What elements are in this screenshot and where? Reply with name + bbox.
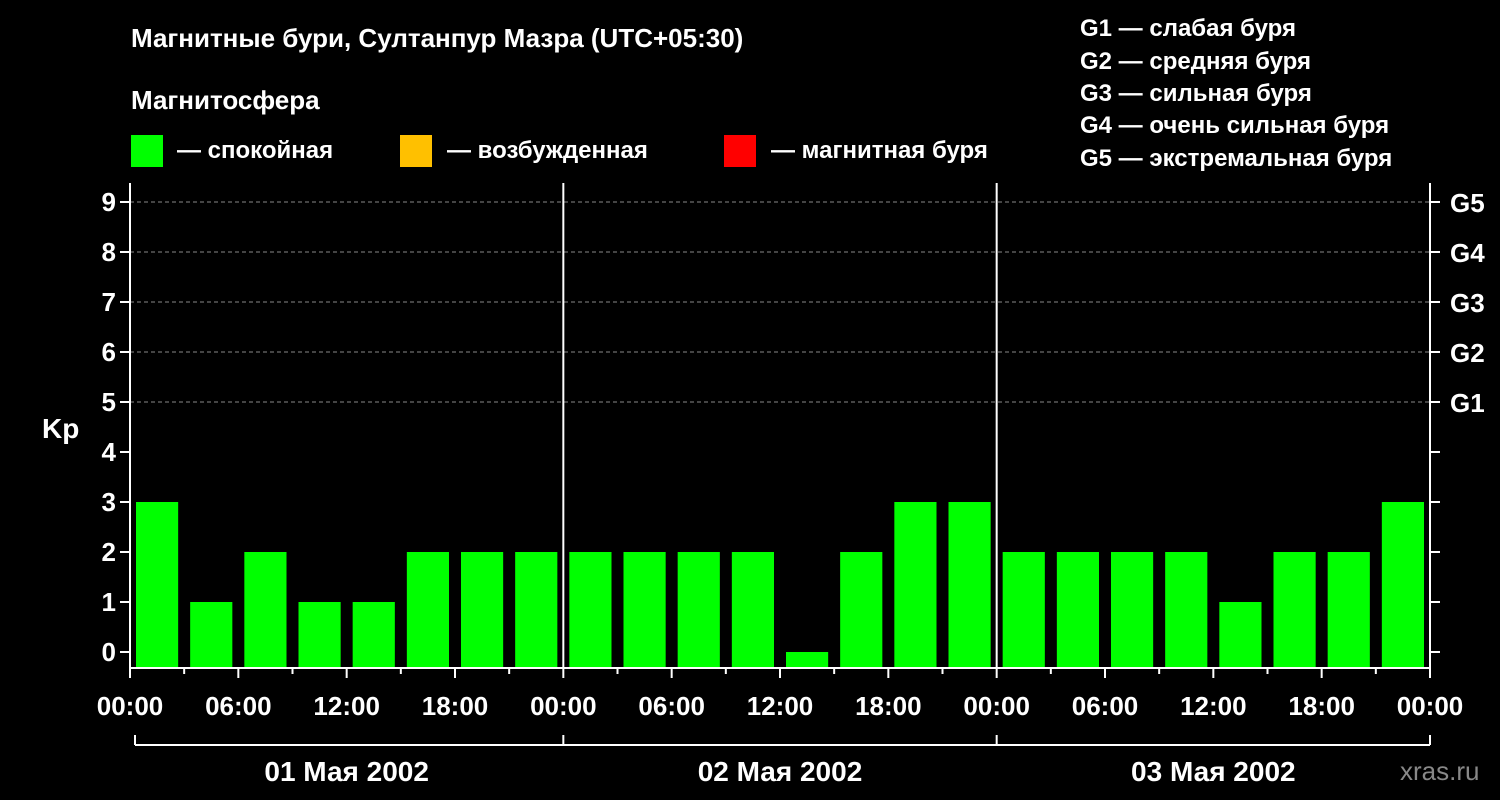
kp-chart: Магнитные бури, Султанпур Мазра (UTC+05:…	[42, 15, 1485, 787]
bar	[136, 502, 179, 668]
bar	[1056, 552, 1099, 668]
g-legend-item: G5 — экстремальная буря	[1080, 145, 1392, 172]
legend-swatch-active	[400, 135, 432, 167]
bar	[623, 552, 666, 668]
legend: — спокойная — возбужденная — магнитная б…	[131, 135, 988, 167]
legend-label-quiet: — спокойная	[177, 137, 333, 164]
x-tick-label: 12:00	[1180, 691, 1247, 721]
x-tick-label: 06:00	[1072, 691, 1139, 721]
y-tick-label: 2	[102, 537, 116, 567]
bar	[190, 602, 233, 668]
bar	[352, 602, 395, 668]
g-legend-item: G2 — средняя буря	[1080, 48, 1311, 75]
g-tick-label: G5	[1450, 188, 1485, 218]
g-legend-item: G4 — очень сильная буря	[1080, 112, 1389, 139]
y-tick-label: 8	[102, 237, 116, 267]
x-tick-label: 18:00	[1288, 691, 1355, 721]
legend-label-storm: — магнитная буря	[771, 137, 988, 164]
y-tick-label: 3	[102, 487, 116, 517]
g-tick-label: G4	[1450, 238, 1485, 268]
g-scale-legend: G1 — слабая буря G2 — средняя буря G3 — …	[1080, 15, 1392, 172]
bar	[786, 652, 829, 668]
chart-subtitle: Магнитосфера	[131, 85, 320, 115]
bar	[515, 552, 558, 668]
y-axis-label: Kp	[42, 413, 79, 444]
bar	[298, 602, 341, 668]
bar	[1111, 552, 1154, 668]
g-tick-label: G1	[1450, 388, 1485, 418]
y-tick-label: 4	[102, 437, 117, 467]
bar	[569, 552, 612, 668]
x-tick-label: 00:00	[97, 691, 164, 721]
x-tick-label: 18:00	[422, 691, 489, 721]
day-label: 01 Мая 2002	[264, 756, 429, 787]
day-label: 02 Мая 2002	[698, 756, 863, 787]
bar	[406, 552, 449, 668]
bar	[894, 502, 937, 668]
y-tick-label: 7	[102, 287, 116, 317]
watermark: xras.ru	[1400, 756, 1479, 786]
bar	[461, 552, 504, 668]
bar	[1002, 552, 1045, 668]
chart-title: Магнитные бури, Султанпур Мазра (UTC+05:…	[131, 23, 743, 53]
x-tick-label: 18:00	[855, 691, 922, 721]
g-tick-label: G2	[1450, 338, 1485, 368]
bar	[1219, 602, 1262, 668]
y-tick-label: 0	[102, 637, 116, 667]
bar	[244, 552, 287, 668]
x-tick-label: 00:00	[1397, 691, 1464, 721]
x-tick-label: 06:00	[638, 691, 705, 721]
bar	[1165, 552, 1208, 668]
y-tick-label: 5	[102, 387, 116, 417]
y-tick-label: 9	[102, 187, 116, 217]
day-label: 03 Мая 2002	[1131, 756, 1296, 787]
x-tick-label: 12:00	[313, 691, 380, 721]
x-tick-label: 00:00	[530, 691, 597, 721]
tick-labels: 0 1 2 3 4 5 6 7 8 9 G1 G2 G3 G4 G5 00:00 06:00 12:00 18:00…	[97, 187, 1485, 787]
g-tick-label: G3	[1450, 288, 1485, 318]
bar	[1327, 552, 1370, 668]
x-tick-label: 00:00	[963, 691, 1030, 721]
bar	[731, 552, 774, 668]
bar	[677, 552, 720, 668]
x-tick-label: 06:00	[205, 691, 272, 721]
bars	[136, 502, 1424, 668]
g-legend-item: G1 — слабая буря	[1080, 15, 1296, 42]
grid	[130, 201, 1430, 403]
bar	[1273, 552, 1316, 668]
g-legend-item: G3 — сильная буря	[1080, 80, 1312, 107]
legend-label-active: — возбужденная	[447, 137, 648, 164]
y-tick-label: 6	[102, 337, 116, 367]
x-tick-label: 12:00	[747, 691, 814, 721]
legend-swatch-storm	[724, 135, 756, 167]
legend-swatch-quiet	[131, 135, 163, 167]
y-tick-label: 1	[102, 587, 116, 617]
bar	[1381, 502, 1424, 668]
bar	[840, 552, 883, 668]
bar	[948, 502, 991, 668]
